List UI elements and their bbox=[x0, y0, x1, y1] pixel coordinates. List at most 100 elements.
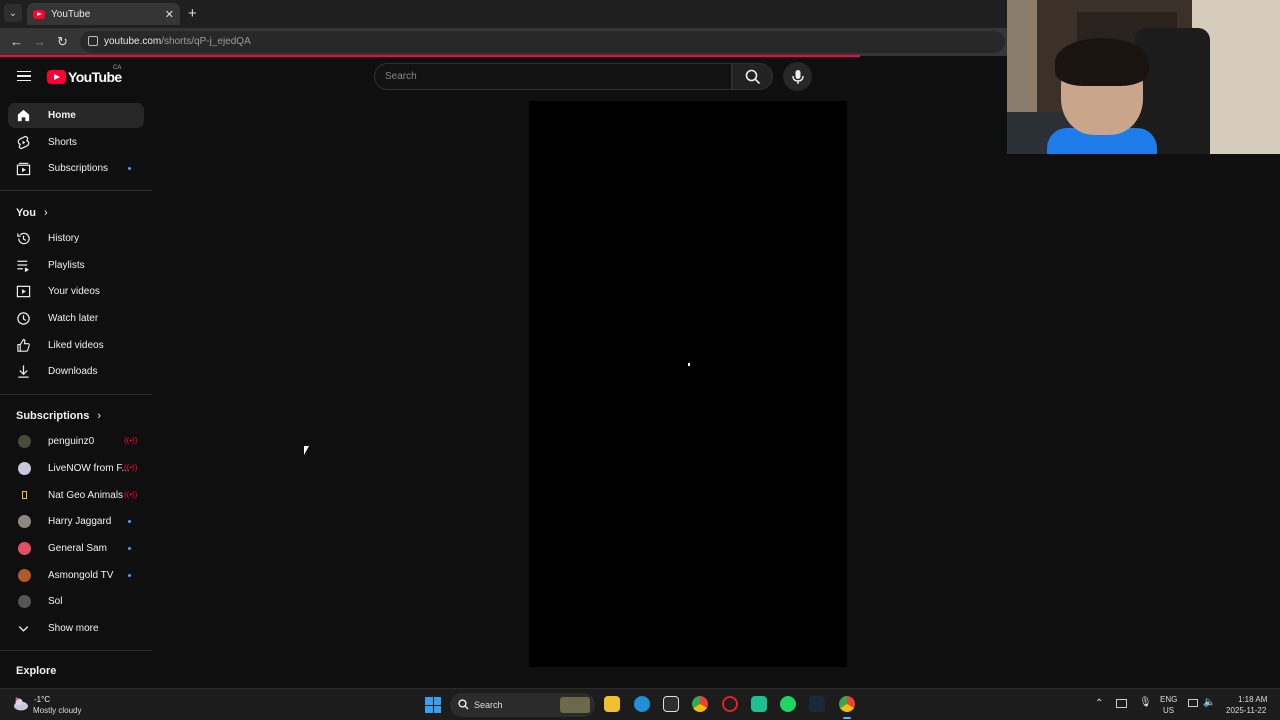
address-bar[interactable]: youtube.com/shorts/qP-j_ejedQA bbox=[80, 31, 1005, 53]
new-content-dot bbox=[128, 520, 131, 523]
subscription-channel[interactable]: LiveNOW from F... ((•)) bbox=[8, 456, 144, 481]
sidebar-item-liked-videos[interactable]: Liked videos bbox=[8, 333, 144, 358]
sidebar: Home Shorts Subscriptions You › History … bbox=[0, 100, 152, 688]
search-button[interactable] bbox=[732, 63, 773, 90]
file-explorer-icon[interactable] bbox=[604, 696, 620, 712]
clock-date[interactable]: 2025-11-22 bbox=[1226, 706, 1266, 715]
windows-start-icon[interactable] bbox=[425, 697, 441, 713]
channel-avatar bbox=[18, 595, 31, 608]
reload-icon[interactable]: ↻ bbox=[57, 34, 68, 50]
live-indicator-icon: ((•)) bbox=[124, 463, 138, 472]
sidebar-item-your-videos[interactable]: Your videos bbox=[8, 279, 144, 304]
channel-name: LiveNOW from F... bbox=[48, 463, 130, 474]
sidebar-item-label: Downloads bbox=[48, 366, 98, 377]
playlists-icon bbox=[17, 260, 30, 273]
tab-close-button[interactable]: ✕ bbox=[165, 8, 174, 21]
sidebar-item-shorts[interactable]: Shorts bbox=[8, 130, 144, 155]
subscription-channel[interactable]: Sol bbox=[8, 589, 144, 614]
taskbar-search[interactable]: Search bbox=[450, 693, 595, 717]
channel-name: Sol bbox=[48, 596, 63, 607]
sidebar-divider bbox=[0, 650, 152, 651]
spotify-icon[interactable] bbox=[780, 696, 796, 712]
search-input[interactable]: Search bbox=[374, 63, 732, 90]
clock-time[interactable]: 1:18 AM bbox=[1238, 695, 1267, 704]
channel-avatar bbox=[18, 542, 31, 555]
like-icon bbox=[17, 338, 30, 352]
site-info-icon[interactable] bbox=[88, 36, 98, 46]
sidebar-item-watch-later[interactable]: Watch later bbox=[8, 306, 144, 331]
weather-description[interactable]: Mostly cloudy bbox=[33, 706, 81, 715]
url-text: youtube.com/shorts/qP-j_ejedQA bbox=[104, 36, 251, 47]
search-placeholder: Search bbox=[385, 71, 417, 82]
show-hidden-icons-chevron-up-icon[interactable]: ⌃ bbox=[1095, 698, 1103, 709]
sidebar-item-label: Your videos bbox=[48, 286, 100, 297]
channel-name: Asmongold TV bbox=[48, 570, 114, 581]
back-arrow-icon[interactable]: ← bbox=[10, 34, 23, 49]
sidebar-item-playlists[interactable]: Playlists bbox=[8, 253, 144, 278]
channel-name: General Sam bbox=[48, 543, 107, 554]
url-host: youtube.com bbox=[104, 36, 162, 47]
browser-toolbar: ← → ↻ youtube.com/shorts/qP-j_ejedQA bbox=[0, 28, 1007, 56]
sidebar-item-label: Home bbox=[48, 110, 76, 121]
subscription-channel[interactable]: Harry Jaggard bbox=[8, 509, 144, 534]
language-top[interactable]: ENG bbox=[1160, 695, 1177, 704]
sidebar-item-downloads[interactable]: Downloads bbox=[8, 359, 144, 384]
new-content-dot bbox=[128, 547, 131, 550]
subscription-channel[interactable]: Nat Geo Animals ((•)) bbox=[8, 483, 144, 508]
sidebar-item-history[interactable]: History bbox=[8, 226, 144, 251]
new-tab-button[interactable]: + bbox=[188, 5, 197, 22]
sidebar-item-subscriptions[interactable]: Subscriptions bbox=[8, 156, 144, 181]
home-icon bbox=[17, 109, 30, 122]
sidebar-you-heading[interactable]: You › bbox=[16, 207, 48, 219]
shorts-video-player[interactable] bbox=[529, 101, 847, 667]
chrome-icon[interactable] bbox=[692, 696, 708, 712]
messaging-app-icon[interactable] bbox=[751, 696, 767, 712]
chrome-active-icon[interactable] bbox=[839, 696, 855, 719]
sidebar-item-home[interactable]: Home bbox=[8, 103, 144, 128]
you-heading-label: You bbox=[16, 207, 36, 219]
menu-icon[interactable] bbox=[17, 71, 31, 81]
voice-search-button[interactable] bbox=[783, 62, 812, 91]
channel-name: penguinz0 bbox=[48, 436, 95, 447]
mouse-cursor-icon bbox=[304, 446, 309, 455]
channel-name: Harry Jaggard bbox=[48, 516, 112, 527]
live-indicator-icon: ((•)) bbox=[124, 490, 138, 499]
webcam-person bbox=[1055, 38, 1149, 86]
subscription-channel[interactable]: Asmongold TV bbox=[8, 563, 144, 588]
search-icon bbox=[458, 699, 469, 710]
volume-icon[interactable]: 🔈 bbox=[1203, 697, 1215, 708]
logo-wordmark: YouTube bbox=[68, 69, 122, 85]
microsoft-store-icon[interactable] bbox=[663, 696, 679, 712]
network-icon[interactable] bbox=[1188, 699, 1198, 707]
microphone-icon[interactable]: 🎙 bbox=[1139, 697, 1152, 708]
channel-avatar bbox=[18, 435, 31, 448]
search-icon bbox=[745, 69, 761, 85]
tab-search-menu-button[interactable]: ⌄ bbox=[4, 4, 22, 22]
display-icon[interactable] bbox=[1116, 699, 1127, 708]
channel-avatar bbox=[18, 569, 31, 582]
sidebar-item-label: Watch later bbox=[48, 313, 99, 324]
webcam-overlay bbox=[1007, 0, 1280, 154]
download-icon bbox=[18, 365, 29, 378]
language-bottom[interactable]: US bbox=[1163, 706, 1174, 715]
opera-gx-icon[interactable] bbox=[722, 696, 738, 712]
search-highlight-icon bbox=[560, 697, 590, 713]
youtube-logo[interactable]: YouTube CA bbox=[47, 65, 122, 85]
your-videos-icon bbox=[16, 285, 31, 298]
show-more-button[interactable]: Show more bbox=[8, 616, 144, 641]
forward-arrow-icon[interactable]: → bbox=[33, 34, 46, 49]
weather-temperature[interactable]: -1°C bbox=[34, 695, 50, 704]
youtube-play-logo-icon bbox=[47, 70, 66, 84]
weather-snow-cloud-icon[interactable] bbox=[12, 696, 30, 712]
subscription-channel[interactable]: penguinz0 ((•)) bbox=[8, 429, 144, 454]
sidebar-item-label: Shorts bbox=[48, 137, 77, 148]
chevron-right-icon: › bbox=[43, 207, 48, 219]
tab-title: YouTube bbox=[51, 8, 91, 20]
edge-browser-icon[interactable] bbox=[634, 696, 650, 712]
subscription-channel[interactable]: General Sam bbox=[8, 536, 144, 561]
browser-tab-youtube[interactable]: YouTube ✕ bbox=[27, 3, 180, 25]
chevron-down-icon bbox=[18, 626, 29, 632]
sidebar-subscriptions-heading[interactable]: Subscriptions › bbox=[16, 410, 101, 422]
steam-icon[interactable] bbox=[809, 696, 825, 712]
sidebar-item-label: History bbox=[48, 233, 80, 244]
